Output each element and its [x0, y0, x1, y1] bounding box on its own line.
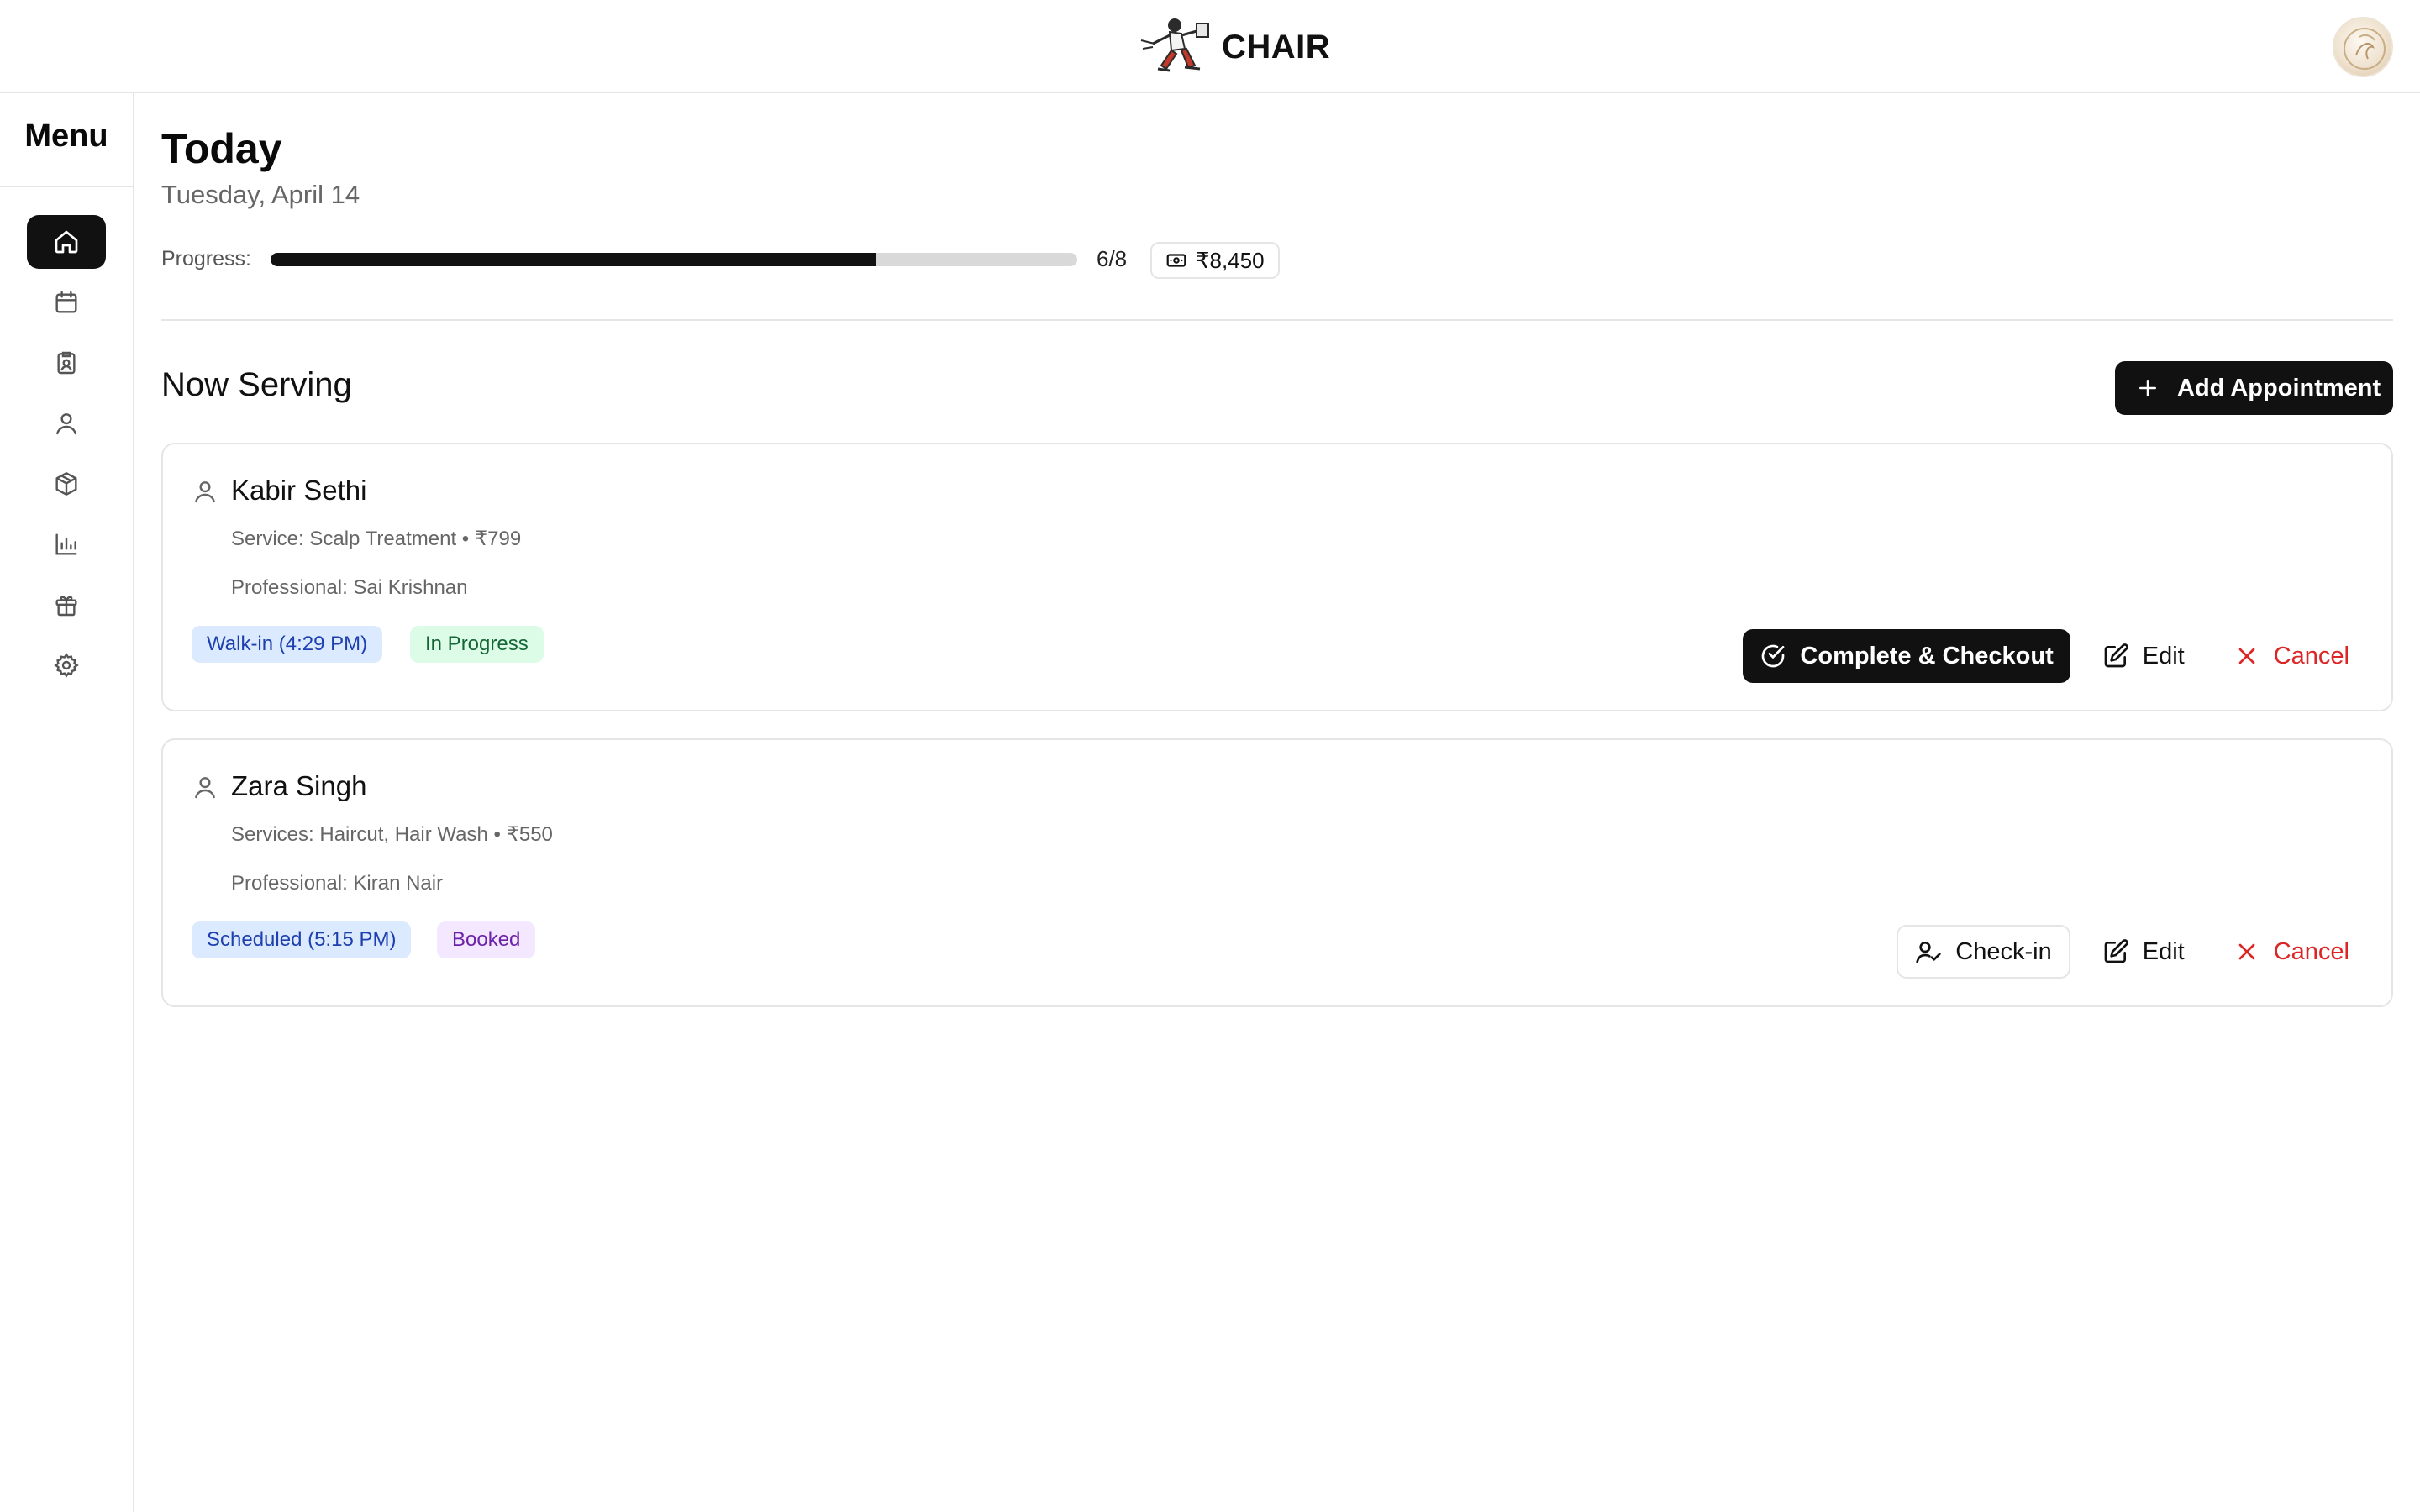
professional-details: Professional: Sai Krishnan: [231, 576, 468, 599]
person-icon: [195, 481, 215, 503]
time-badge: Walk-in (4:29 PM): [192, 626, 383, 663]
section-divider: [161, 319, 2393, 321]
sidebar-item-gifts[interactable]: [27, 578, 106, 632]
sidebar-item-customers[interactable]: [27, 396, 106, 450]
appointment-card: Zara Singh Services: Haircut, Hair Wash …: [161, 738, 2393, 1007]
add-appointment-label: Add Appointment: [2177, 374, 2381, 402]
user-check-icon: [1916, 942, 1941, 963]
edit-icon: [2104, 643, 2128, 668]
check-in-button[interactable]: Check-in: [1897, 925, 2070, 979]
edit-button[interactable]: Edit: [2086, 629, 2202, 683]
revenue-amount: ₹8,450: [1196, 247, 1265, 273]
close-icon: [2238, 943, 2255, 960]
complete-checkout-label: Complete & Checkout: [1800, 642, 2054, 669]
cancel-button[interactable]: Cancel: [2217, 629, 2366, 683]
brand[interactable]: CHAIR: [1133, 12, 1330, 82]
edit-label: Edit: [2142, 937, 2185, 965]
box-icon: [55, 472, 77, 496]
brand-name: CHAIR: [1222, 28, 1331, 66]
client-name: Zara Singh: [231, 770, 367, 801]
now-serving-title: Now Serving: [161, 366, 352, 403]
clipboard-icon: [57, 351, 76, 375]
sidebar-item-settings[interactable]: [27, 638, 106, 692]
sidebar-item-clients-card[interactable]: [27, 336, 106, 390]
sidebar: Menu: [0, 93, 134, 1512]
plus-icon: [2139, 380, 2156, 396]
revenue-badge: ₹8,450: [1150, 242, 1280, 279]
card-actions: Check-in Edit Cancel: [1897, 925, 2366, 979]
progress-count: 6/8: [1097, 246, 1128, 271]
edit-label: Edit: [2142, 642, 2185, 669]
card-actions: Complete & Checkout Edit Cancel: [1743, 629, 2366, 683]
menu-divider: [0, 186, 133, 187]
bar-chart-icon: [55, 533, 77, 555]
appointment-card: Kabir Sethi Service: Scalp Treatment • ₹…: [161, 443, 2393, 711]
check-in-label: Check-in: [1955, 937, 2052, 965]
complete-checkout-button[interactable]: Complete & Checkout: [1743, 629, 2070, 683]
settings-icon: [54, 653, 79, 678]
top-bar: CHAIR: [0, 0, 2420, 93]
edit-button[interactable]: Edit: [2086, 925, 2202, 979]
check-circle-icon: [1762, 644, 1785, 668]
sidebar-item-reports[interactable]: [27, 517, 106, 571]
service-details: Services: Haircut, Hair Wash • ₹550: [231, 823, 553, 846]
add-appointment-button[interactable]: Add Appointment: [2115, 361, 2393, 415]
client-name: Kabir Sethi: [231, 475, 367, 506]
time-badge: Scheduled (5:15 PM): [192, 921, 412, 958]
progress-bar-fill: [271, 253, 876, 266]
calendar-icon: [55, 291, 77, 313]
cancel-label: Cancel: [2273, 642, 2349, 669]
sidebar-item-calendar[interactable]: [27, 276, 106, 329]
user-avatar[interactable]: [2333, 17, 2393, 77]
menu-title: Menu: [24, 118, 108, 154]
gift-icon: [55, 596, 77, 617]
avatar-emblem-icon: [2344, 28, 2386, 70]
progress-label: Progress:: [161, 247, 251, 270]
sidebar-item-home[interactable]: [27, 215, 106, 269]
status-badge: Booked: [437, 921, 536, 958]
progress-bar: [271, 253, 1077, 266]
user-icon: [56, 413, 76, 435]
edit-icon: [2104, 939, 2128, 963]
cancel-label: Cancel: [2273, 937, 2349, 965]
close-icon: [2238, 648, 2255, 664]
status-badge: In Progress: [410, 626, 544, 663]
sidebar-item-inventory[interactable]: [27, 457, 106, 511]
professional-details: Professional: Kiran Nair: [231, 872, 444, 895]
cash-icon: [1166, 254, 1186, 267]
cancel-button[interactable]: Cancel: [2217, 925, 2366, 979]
page-title: Today: [161, 125, 282, 172]
home-icon: [55, 230, 78, 254]
person-icon: [195, 777, 215, 799]
barber-running-logo: [1140, 18, 1209, 72]
service-details: Service: Scalp Treatment • ₹799: [231, 528, 522, 550]
page-date: Tuesday, April 14: [161, 180, 360, 209]
